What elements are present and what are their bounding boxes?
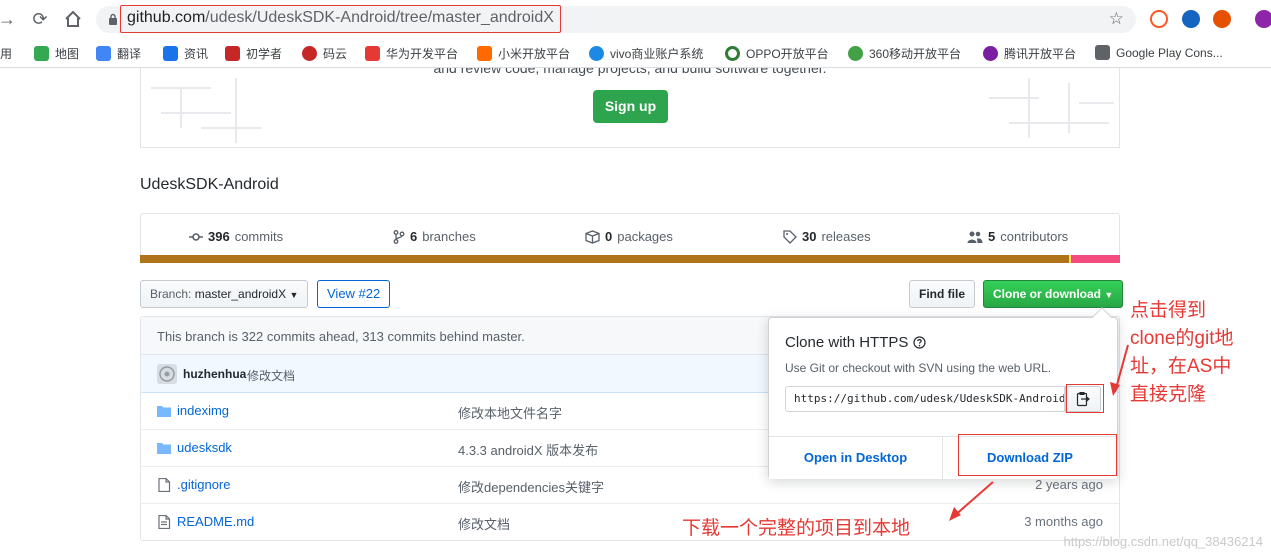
- annotation-arrows: [949, 344, 1129, 521]
- arrow-to-copy-icon: [1110, 344, 1129, 396]
- watermark: https://blog.csdn.net/qq_38436214: [1063, 534, 1264, 549]
- arrow-to-download-zip-icon: [949, 481, 994, 521]
